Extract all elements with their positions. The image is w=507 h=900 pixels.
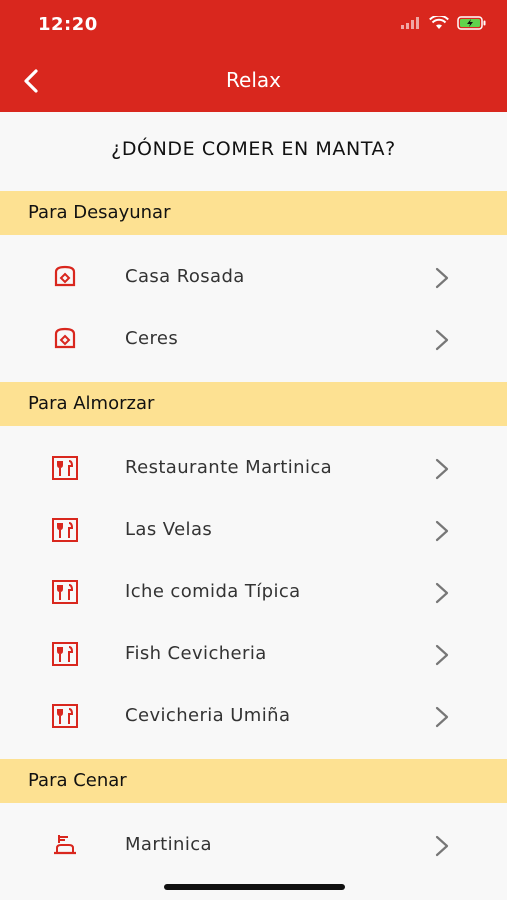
- chevron-right-icon: [435, 329, 449, 351]
- list-item-ceres[interactable]: Ceres: [0, 308, 507, 370]
- list-item-fish-cevicheria[interactable]: Fish Cevicheria: [0, 623, 507, 685]
- chevron-right-icon: [435, 644, 449, 666]
- list-item-restaurante-martinica[interactable]: Restaurante Martinica: [0, 437, 507, 499]
- status-time: 12:20: [38, 14, 98, 35]
- list-item-label: Las Velas: [125, 519, 213, 540]
- restaurant-icon: [52, 518, 78, 542]
- dinner-plate-icon: [54, 835, 76, 855]
- list-item-casa-rosada[interactable]: Casa Rosada: [0, 246, 507, 308]
- chevron-right-icon: [435, 458, 449, 480]
- section-header-desayunar: Para Desayunar: [0, 191, 507, 235]
- wifi-icon: [429, 16, 449, 29]
- list-item-label: Fish Cevicheria: [125, 643, 267, 664]
- toaster-icon: [54, 265, 76, 287]
- restaurant-icon: [52, 580, 78, 604]
- list-item-cevicheria-umina[interactable]: Cevicheria Umiña: [0, 685, 507, 747]
- nav-title: Relax: [226, 68, 281, 92]
- app-header: 12:20 Relax: [0, 0, 507, 112]
- restaurant-icon: [52, 456, 78, 480]
- restaurant-icon: [52, 642, 78, 666]
- section-header-cenar: Para Cenar: [0, 759, 507, 803]
- chevron-right-icon: [435, 520, 449, 542]
- signal-icon: [401, 17, 419, 29]
- list-item-label: Restaurante Martinica: [125, 457, 333, 478]
- restaurant-icon: [52, 704, 78, 728]
- section-header-almorzar: Para Almorzar: [0, 382, 507, 426]
- list-item-iche-comida-tipica[interactable]: Iche comida Típica: [0, 561, 507, 623]
- list-item-label: Ceres: [125, 328, 179, 349]
- chevron-right-icon: [435, 582, 449, 604]
- battery-icon: [457, 16, 486, 30]
- list-item-label: Cevicheria Umiña: [125, 705, 291, 726]
- home-indicator[interactable]: [164, 884, 345, 890]
- chevron-right-icon: [435, 706, 449, 728]
- status-icons: [401, 16, 487, 30]
- chevron-right-icon: [435, 267, 449, 289]
- list-item-martinica[interactable]: Martinica: [0, 814, 507, 876]
- list-item-label: Martinica: [125, 834, 212, 855]
- list-item-label: Iche comida Típica: [125, 581, 301, 602]
- list-item-label: Casa Rosada: [125, 266, 245, 287]
- page-title: ¿DÓNDE COMER EN MANTA?: [111, 138, 396, 160]
- chevron-right-icon: [435, 835, 449, 857]
- toaster-icon: [54, 327, 76, 349]
- list-item-las-velas[interactable]: Las Velas: [0, 499, 507, 561]
